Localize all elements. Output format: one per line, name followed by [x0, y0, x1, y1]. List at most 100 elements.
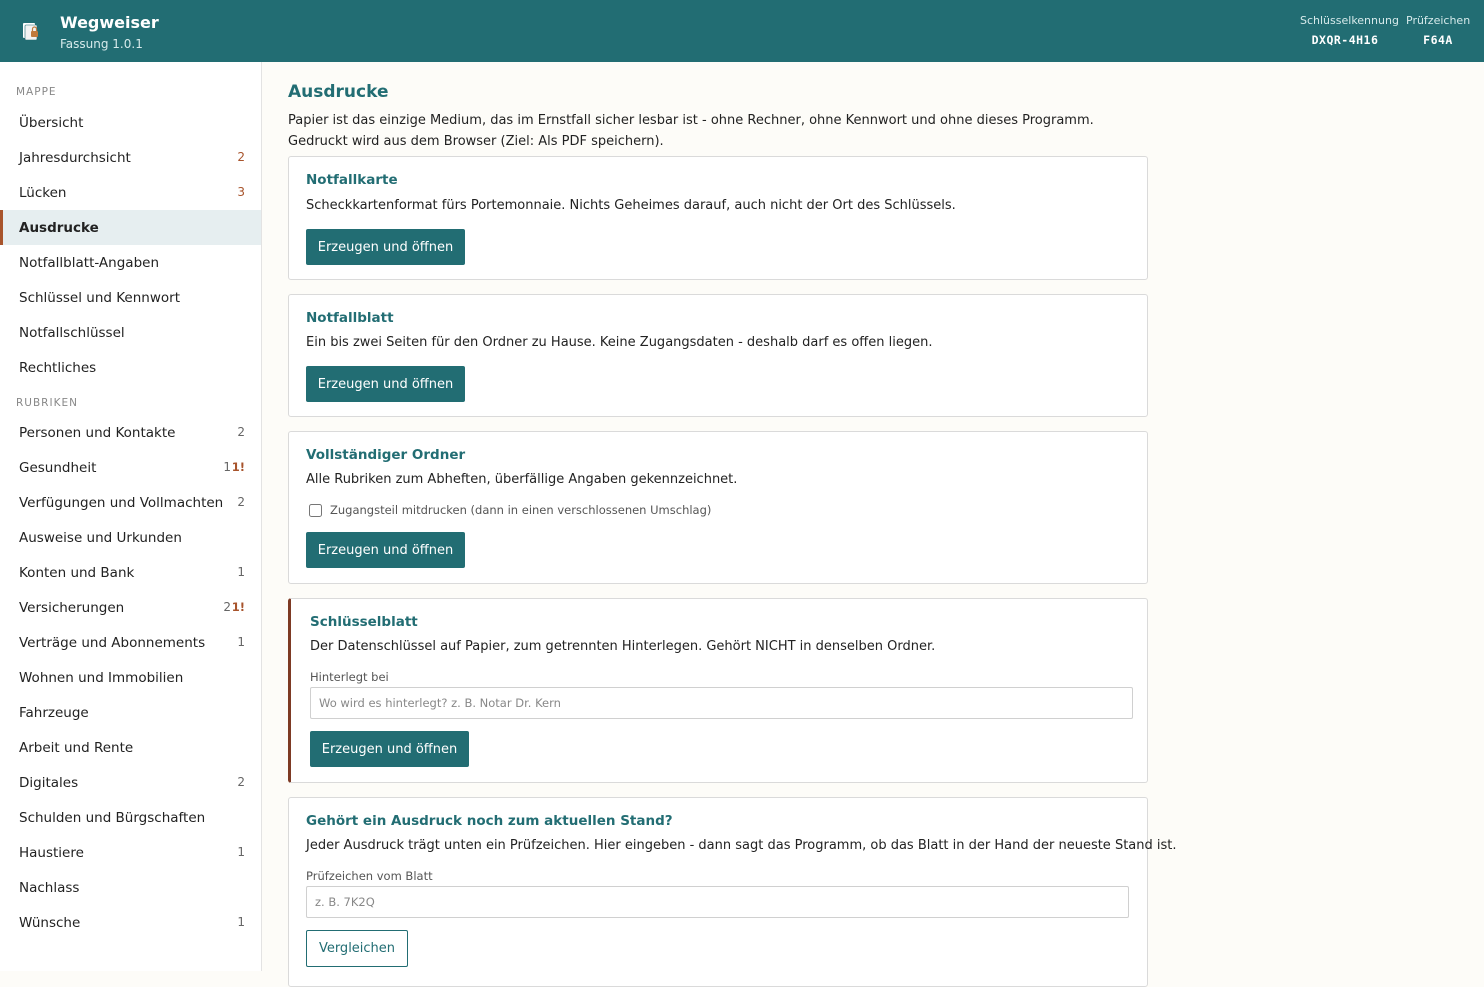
page-title: Ausdrucke	[288, 82, 389, 102]
count-badge: 1	[223, 460, 231, 474]
card-title: Vollständiger Ordner	[306, 447, 466, 463]
sidebar-item-label: Notfallblatt-Angaben	[19, 254, 159, 271]
sidebar-item-label: Personen und Kontakte	[19, 424, 176, 441]
sidebar-item-schluessel-und-kennwort[interactable]: Schlüssel und Kennwort	[0, 280, 261, 315]
sidebar-item-notfallblatt-angaben[interactable]: Notfallblatt-Angaben	[0, 245, 261, 280]
count-badge: 1	[237, 845, 245, 859]
page-intro: Papier ist das einzige Medium, das im Er…	[288, 113, 1094, 149]
sidebar-item-schulden-und-buergschaften[interactable]: Schulden und Bürgschaften	[0, 800, 261, 835]
generate-schluesselblatt-button[interactable]: Erzeugen und öffnen	[310, 731, 469, 767]
card-title: Schlüsselblatt	[310, 614, 418, 630]
count-badge: 1	[237, 565, 245, 579]
app-title: Wegweiser	[60, 13, 159, 32]
sidebar-item-luecken[interactable]: Lücken 3	[0, 175, 261, 210]
sidebar-item-rechtliches[interactable]: Rechtliches	[0, 350, 261, 385]
card-notfallkarte: Notfallkarte Scheckkartenformat fürs Por…	[288, 156, 1148, 280]
sidebar-item-label: Nachlass	[19, 879, 80, 896]
card-title: Notfallblatt	[306, 310, 394, 326]
sidebar-item-label: Schulden und Bürgschaften	[19, 809, 206, 826]
card-description: Jeder Ausdruck trägt unten ein Prüfzeich…	[306, 838, 1177, 853]
zugangsteil-checkbox[interactable]	[309, 503, 322, 517]
count-badge: 2	[237, 425, 245, 439]
sidebar-item-arbeit-und-rente[interactable]: Arbeit und Rente	[0, 730, 261, 765]
count-badge: 2	[223, 600, 231, 614]
count-badge: 2	[237, 495, 245, 509]
sidebar-item-vertraege-und-abonnements[interactable]: Verträge und Abonnements 1	[0, 625, 261, 660]
sidebar-item-label: Ausdrucke	[19, 219, 99, 236]
sidebar-item-label: Arbeit und Rente	[19, 739, 134, 756]
sidebar-item-konten-und-bank[interactable]: Konten und Bank 1	[0, 555, 261, 590]
sidebar-item-label: Haustiere	[19, 844, 84, 861]
card-title: Notfallkarte	[306, 172, 398, 188]
card-pruefung: Gehört ein Ausdruck noch zum aktuellen S…	[288, 797, 1177, 987]
sidebar-item-versicherungen[interactable]: Versicherungen 2 1!	[0, 590, 261, 625]
overdue-badge: 1!	[231, 600, 245, 614]
pruefzeichen-input[interactable]	[306, 886, 1129, 918]
hinterlegt-bei-input[interactable]	[310, 687, 1133, 719]
sidebar-item-label: Digitales	[19, 774, 79, 791]
sidebar-item-ausdrucke[interactable]: Ausdrucke	[0, 210, 261, 245]
sidebar-item-label: Konten und Bank	[19, 564, 135, 581]
generate-ordner-button[interactable]: Erzeugen und öffnen	[306, 532, 465, 568]
sidebar-item-label: Ausweise und Urkunden	[19, 529, 182, 546]
overdue-badge: 1!	[231, 460, 245, 474]
sidebar-item-wuensche[interactable]: Wünsche 1	[0, 905, 261, 940]
key-id-value: DXQR-4H16	[1311, 33, 1379, 47]
card-notfallblatt: Notfallblatt Ein bis zwei Seiten für den…	[288, 294, 1148, 417]
sidebar-item-label: Gesundheit	[19, 459, 97, 476]
sidebar-item-wohnen-und-immobilien[interactable]: Wohnen und Immobilien	[0, 660, 261, 695]
count-badge: 2	[237, 775, 245, 789]
sidebar-item-label: Notfallschlüssel	[19, 324, 125, 341]
sidebar-item-label: Verfügungen und Vollmachten	[19, 494, 224, 511]
check-code-display: Prüfzeichen F64A	[1406, 14, 1470, 47]
sidebar-item-fahrzeuge[interactable]: Fahrzeuge	[0, 695, 261, 730]
card-description: Der Datenschlüssel auf Papier, zum getre…	[310, 639, 936, 654]
count-badge: 1	[237, 915, 245, 929]
generate-notfallblatt-button[interactable]: Erzeugen und öffnen	[306, 366, 465, 402]
sidebar-item-label: Schlüssel und Kennwort	[19, 289, 180, 306]
sidebar-item-label: Versicherungen	[19, 599, 125, 616]
sidebar-item-verfuegungen-und-vollmachten[interactable]: Verfügungen und Vollmachten 2	[0, 485, 261, 520]
sidebar: MAPPE Übersicht Jahresdurchsicht 2 Lücke…	[0, 62, 262, 971]
sidebar-item-label: Jahresdurchsicht	[19, 149, 131, 166]
sidebar-item-notfallschluessel[interactable]: Notfallschlüssel	[0, 315, 261, 350]
hinterlegt-bei-label: Hinterlegt bei	[310, 670, 389, 684]
sidebar-item-haustiere[interactable]: Haustiere 1	[0, 835, 261, 870]
count-badge: 2	[237, 150, 245, 164]
sidebar-item-ausweise-und-urkunden[interactable]: Ausweise und Urkunden	[0, 520, 261, 555]
compare-button[interactable]: Vergleichen	[306, 930, 408, 967]
app-version: Fassung 1.0.1	[60, 37, 143, 51]
zugangsteil-checkbox-label: Zugangsteil mitdrucken (dann in einen ve…	[330, 503, 712, 517]
zugangsteil-checkbox-row[interactable]: Zugangsteil mitdrucken (dann in einen ve…	[309, 503, 711, 517]
count-badge: 1	[237, 635, 245, 649]
sidebar-item-label: Rechtliches	[19, 359, 97, 376]
sidebar-item-label: Lücken	[19, 184, 67, 201]
sidebar-item-digitales[interactable]: Digitales 2	[0, 765, 261, 800]
sidebar-item-jahresdurchsicht[interactable]: Jahresdurchsicht 2	[0, 140, 261, 175]
sidebar-item-label: Verträge und Abonnements	[19, 634, 206, 651]
sidebar-item-label: Übersicht	[19, 114, 84, 131]
key-id-display: Schlüsselkennung DXQR-4H16	[1300, 14, 1399, 47]
key-id-label: Schlüsselkennung	[1300, 14, 1399, 27]
sidebar-item-label: Fahrzeuge	[19, 704, 89, 721]
card-schluesselblatt: Schlüsselblatt Der Datenschlüssel auf Pa…	[288, 598, 1148, 783]
sidebar-item-label: Wohnen und Immobilien	[19, 669, 184, 686]
sidebar-section-mappe: MAPPE	[16, 86, 57, 98]
card-description: Ein bis zwei Seiten für den Ordner zu Ha…	[306, 335, 933, 350]
count-badge: 3	[237, 185, 245, 199]
folder-lock-icon	[23, 23, 38, 41]
check-code-label: Prüfzeichen	[1406, 14, 1471, 27]
card-vollstaendiger-ordner: Vollständiger Ordner Alle Rubriken zum A…	[288, 431, 1148, 584]
sidebar-item-uebersicht[interactable]: Übersicht	[0, 105, 261, 140]
sidebar-item-personen-und-kontakte[interactable]: Personen und Kontakte 2	[0, 415, 261, 450]
sidebar-section-rubriken: RUBRIKEN	[16, 397, 78, 409]
sidebar-item-gesundheit[interactable]: Gesundheit 1 1!	[0, 450, 261, 485]
top-bar: Wegweiser Fassung 1.0.1 Schlüsselkennung…	[0, 0, 1484, 62]
generate-notfallkarte-button[interactable]: Erzeugen und öffnen	[306, 229, 465, 265]
pruefzeichen-label: Prüfzeichen vom Blatt	[306, 869, 433, 883]
card-title: Gehört ein Ausdruck noch zum aktuellen S…	[306, 813, 673, 829]
sidebar-item-nachlass[interactable]: Nachlass	[0, 870, 261, 905]
card-description: Scheckkartenformat fürs Portemonnaie. Ni…	[306, 198, 956, 213]
check-code-value: F64A	[1423, 33, 1453, 47]
card-description: Alle Rubriken zum Abheften, überfällige …	[306, 472, 738, 487]
